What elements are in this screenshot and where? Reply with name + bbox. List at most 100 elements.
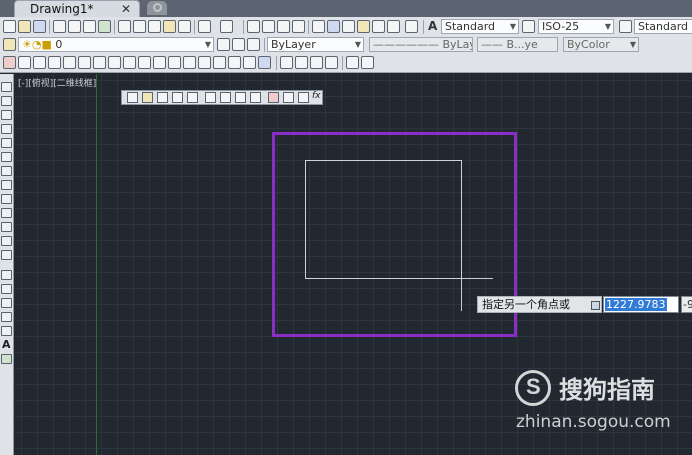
save-icon[interactable] xyxy=(33,20,46,33)
arc-icon[interactable] xyxy=(1,152,12,162)
lineweight-select[interactable]: —— B...ye xyxy=(477,37,558,52)
draw-order-icon[interactable] xyxy=(280,56,293,69)
offset-icon[interactable] xyxy=(48,56,61,69)
ellipse-icon[interactable] xyxy=(1,208,12,218)
region-icon[interactable] xyxy=(1,312,12,322)
new-tab-button[interactable] xyxy=(147,1,167,15)
quick-dim-icon[interactable] xyxy=(250,92,261,103)
make-block-icon[interactable] xyxy=(1,250,12,260)
zoom-realtime-icon[interactable] xyxy=(262,20,275,33)
make-current-layer-icon[interactable] xyxy=(217,38,230,51)
trim-icon[interactable] xyxy=(138,56,151,69)
markup-icon[interactable] xyxy=(372,20,385,33)
bring-to-front-icon[interactable] xyxy=(295,56,308,69)
fillet-icon[interactable] xyxy=(228,56,241,69)
layer-select[interactable]: ☀◔■ 0 ▼ xyxy=(18,37,214,52)
hatch-icon[interactable] xyxy=(1,284,12,294)
construction-line-icon[interactable] xyxy=(1,96,12,106)
polygon-icon[interactable] xyxy=(1,124,12,134)
hatch-to-back-icon[interactable] xyxy=(361,56,374,69)
dim-space-icon[interactable] xyxy=(298,92,309,103)
options-down-icon[interactable] xyxy=(591,301,600,310)
close-icon[interactable]: ✕ xyxy=(121,1,131,17)
new-file-icon[interactable] xyxy=(3,20,16,33)
zoom-previous-icon[interactable] xyxy=(292,20,305,33)
plotstyle-select[interactable]: ByColor ▼ xyxy=(563,37,639,52)
tool-palettes-icon[interactable] xyxy=(342,20,355,33)
mirror-icon[interactable] xyxy=(33,56,46,69)
publish-icon[interactable] xyxy=(83,20,96,33)
undo-icon[interactable] xyxy=(198,20,211,33)
design-center-icon[interactable] xyxy=(327,20,340,33)
explode-icon[interactable] xyxy=(258,56,271,69)
pan-icon[interactable] xyxy=(247,20,260,33)
line-icon[interactable] xyxy=(1,82,12,92)
join-icon[interactable] xyxy=(198,56,211,69)
layer-states-icon[interactable] xyxy=(247,38,260,51)
viewport-controls-label[interactable]: [-][俯视][二维线框] xyxy=(18,76,96,89)
blend-curves-icon[interactable] xyxy=(243,56,256,69)
block-editor-icon[interactable] xyxy=(178,20,191,33)
table-style-select[interactable]: Standard xyxy=(634,19,692,34)
print-icon[interactable] xyxy=(53,20,66,33)
aligned-dim-icon[interactable] xyxy=(142,92,153,103)
sheet-set-icon[interactable] xyxy=(357,20,370,33)
spline-icon[interactable] xyxy=(1,194,12,204)
ordinate-dim-icon[interactable] xyxy=(172,92,183,103)
break-at-point-icon[interactable] xyxy=(168,56,181,69)
layer-previous-icon[interactable] xyxy=(232,38,245,51)
properties-icon[interactable] xyxy=(312,20,325,33)
scale-icon[interactable] xyxy=(108,56,121,69)
continue-dim-icon[interactable] xyxy=(283,92,294,103)
dynamic-input-y-field[interactable]: -9 xyxy=(681,296,692,313)
multiline-text-icon[interactable]: A xyxy=(2,338,11,351)
redo-icon[interactable] xyxy=(220,20,233,33)
arc-length-dim-icon[interactable] xyxy=(157,92,168,103)
stretch-icon[interactable] xyxy=(123,56,136,69)
match-properties-icon[interactable] xyxy=(163,20,176,33)
open-file-icon[interactable] xyxy=(18,20,31,33)
gradient-icon[interactable] xyxy=(1,298,12,308)
erase-icon[interactable] xyxy=(3,56,16,69)
text-style-select[interactable]: Standard ▼ xyxy=(441,19,519,34)
dynamic-input-x-field[interactable]: 1227.9783 xyxy=(603,296,679,313)
circle-icon[interactable] xyxy=(1,166,12,176)
break-icon[interactable] xyxy=(183,56,196,69)
linetype-select[interactable]: —————— ByLayer xyxy=(369,37,473,52)
calculator-icon[interactable] xyxy=(387,20,400,33)
add-selected-icon[interactable] xyxy=(1,354,12,364)
angular-dim-icon[interactable] xyxy=(235,92,246,103)
cut-icon[interactable] xyxy=(118,20,131,33)
help-icon[interactable] xyxy=(405,20,418,33)
radius-dim-icon[interactable] xyxy=(187,92,198,103)
extend-icon[interactable] xyxy=(153,56,166,69)
revision-cloud-icon[interactable] xyxy=(1,180,12,190)
diameter-dim-icon[interactable] xyxy=(220,92,231,103)
ellipse-arc-icon[interactable] xyxy=(1,222,12,232)
jogged-dim-icon[interactable] xyxy=(205,92,216,103)
layer-properties-icon[interactable] xyxy=(3,38,16,51)
text-to-front-icon[interactable] xyxy=(346,56,359,69)
color-select[interactable]: ByLayer ▼ xyxy=(267,37,364,52)
rotate-icon[interactable] xyxy=(93,56,106,69)
baseline-dim-icon[interactable] xyxy=(268,92,279,103)
copy-object-icon[interactable] xyxy=(18,56,31,69)
zoom-window-icon[interactable] xyxy=(277,20,290,33)
insert-block-icon[interactable] xyxy=(1,236,12,246)
fx-icon[interactable]: fx xyxy=(312,91,321,101)
table-icon[interactable] xyxy=(1,326,12,336)
copy-icon[interactable] xyxy=(133,20,146,33)
linear-dim-icon[interactable] xyxy=(127,92,138,103)
drawing-canvas[interactable]: [-][俯视][二维线框] fx 指定另一个角点或 1227.9783 -9 S… xyxy=(15,74,692,455)
paste-icon[interactable] xyxy=(148,20,161,33)
bring-above-icon[interactable] xyxy=(325,56,338,69)
rectangle-icon[interactable] xyxy=(1,138,12,148)
move-icon[interactable] xyxy=(78,56,91,69)
3d-publish-icon[interactable] xyxy=(98,20,111,33)
dim-style-select[interactable]: ISO-25 ▼ xyxy=(538,19,614,34)
print-preview-icon[interactable] xyxy=(68,20,81,33)
chamfer-icon[interactable] xyxy=(213,56,226,69)
array-icon[interactable] xyxy=(63,56,76,69)
tab-drawing1[interactable]: Drawing1* ✕ xyxy=(14,0,140,17)
send-to-back-icon[interactable] xyxy=(310,56,323,69)
